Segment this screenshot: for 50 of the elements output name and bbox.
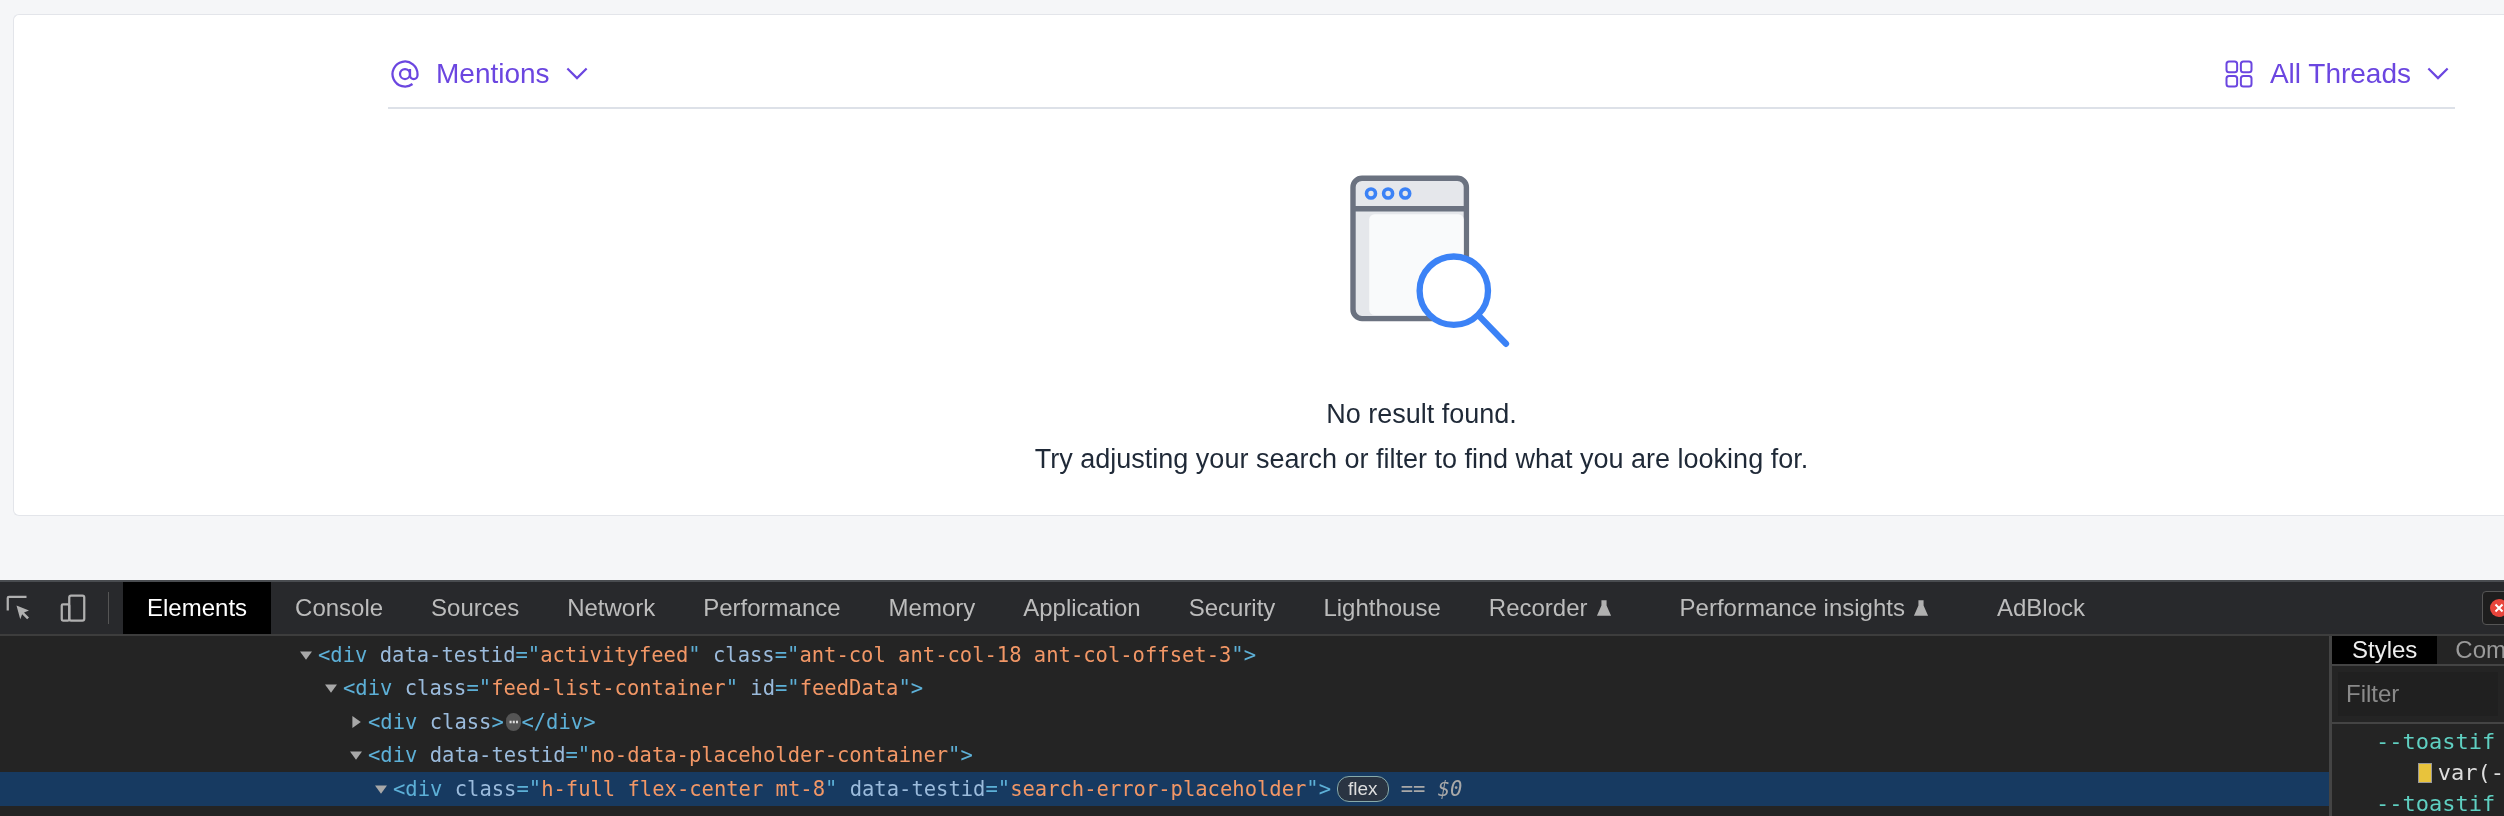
empty-message: Try adjusting your search or filter to find what you are looking for. xyxy=(1034,444,1809,475)
filter-field[interactable]: Filter xyxy=(2338,672,2498,716)
expanded-triangle-icon[interactable] xyxy=(325,682,337,695)
chevron-down-icon xyxy=(565,67,588,81)
dom-node-row[interactable]: <div data-testid="activityfeed" class="ant-col ant-col-18 ant-col-offset-3"> xyxy=(0,638,2329,672)
ellipsis-badge[interactable]: ⋯ xyxy=(505,712,522,731)
flex-badge[interactable]: flex xyxy=(1337,775,1389,802)
devtools-tab[interactable]: AdBlock xyxy=(1972,582,2109,634)
sidebar-tab[interactable]: Com xyxy=(2437,636,2504,664)
dom-node-row[interactable]: <div data-testid="no-data-placeholder-container"> xyxy=(0,738,2329,772)
flask-icon xyxy=(1912,599,1929,617)
chevron-down-icon xyxy=(2427,67,2449,81)
devtools-tab[interactable]: Console xyxy=(271,582,408,634)
css-property-text: --toastif xyxy=(2376,729,2496,754)
devtools-tab[interactable]: Performance insights xyxy=(1655,582,1973,634)
flask-icon xyxy=(1595,599,1612,617)
device-icon[interactable] xyxy=(58,593,88,623)
sidebar-tab[interactable]: Styles xyxy=(2332,636,2438,664)
html-tag-text: <div class="feed-list-container" id="feedData"> xyxy=(343,676,924,701)
devtools-tab[interactable]: Memory xyxy=(864,582,1000,634)
devtools-tab[interactable]: Sources xyxy=(407,582,544,634)
html-tag-text: <div data-testid="no-data-placeholder-container"> xyxy=(368,743,973,768)
devtools-tab[interactable]: Network xyxy=(543,582,680,634)
dom-node-row[interactable]: <div class="feed-list-container" id="feedData"> xyxy=(0,671,2329,705)
devtools-tab[interactable]: Recorder xyxy=(1464,582,1656,634)
error-icon xyxy=(2489,598,2504,618)
expanded-triangle-icon[interactable] xyxy=(300,648,312,661)
threads-dropdown[interactable]: All Threads xyxy=(2221,58,2455,90)
html-tag-text: <div class> xyxy=(368,709,504,734)
selected-node-reference: == $0 xyxy=(1400,776,1463,801)
grid-icon xyxy=(2223,59,2254,89)
dom-node-row[interactable]: <div class="h-full flex-center mt-8" data-testid="search-error-placeholder"> flex == $0 xyxy=(0,772,2329,806)
color-swatch[interactable] xyxy=(2418,762,2432,783)
devtools-tab[interactable]: Application xyxy=(999,582,1165,634)
dom-node-row[interactable]: <div class> ⋯</div> xyxy=(0,705,2329,739)
expanded-triangle-icon[interactable] xyxy=(375,782,387,795)
html-tag-text: <div data-testid="activityfeed" class="ant-col ant-col-18 ant-col-offset-3"> xyxy=(318,642,1257,667)
at-sign-icon xyxy=(390,59,420,89)
empty-title: No result found. xyxy=(1326,399,1517,430)
css-property-text: --toastif xyxy=(2376,791,2496,816)
css-value-text: var(- xyxy=(2437,760,2504,785)
mentions-dropdown[interactable]: Mentions xyxy=(388,58,594,90)
closing-tag-text: </div> xyxy=(521,709,596,734)
devtools-tab[interactable]: Security xyxy=(1164,582,1300,634)
collapsed-triangle-icon[interactable] xyxy=(350,715,362,728)
devtools-tab[interactable]: Elements xyxy=(123,582,272,634)
devtools-tab[interactable]: Performance xyxy=(679,582,865,634)
html-tag-text: <div class="h-full flex-center mt-8" data-testid="search-error-placeholder"> xyxy=(393,776,1332,801)
expanded-triangle-icon[interactable] xyxy=(350,749,362,762)
devtools-tab[interactable]: Lighthouse xyxy=(1299,582,1465,634)
